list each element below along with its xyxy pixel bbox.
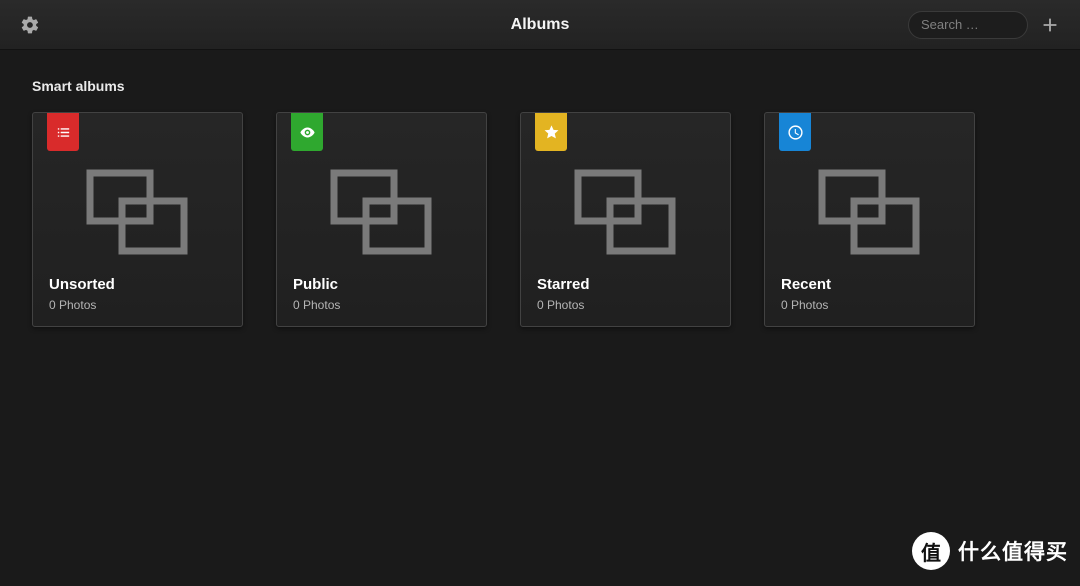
album-title: Recent <box>781 276 958 293</box>
header-bar: Albums <box>0 0 1080 50</box>
album-placeholder-icon <box>814 165 926 259</box>
album-meta: Unsorted 0 Photos <box>49 276 226 312</box>
album-card[interactable]: Unsorted 0 Photos <box>32 112 243 327</box>
gear-icon[interactable] <box>16 11 44 39</box>
album-title: Starred <box>537 276 714 293</box>
content-area: Smart albums Unsorted 0 Photos Public 0 Pho… <box>0 50 1080 355</box>
album-placeholder-icon <box>570 165 682 259</box>
album-card[interactable]: Starred 0 Photos <box>520 112 731 327</box>
clock-icon <box>779 113 811 151</box>
section-title: Smart albums <box>32 78 1048 94</box>
album-meta: Public 0 Photos <box>293 276 470 312</box>
album-title: Unsorted <box>49 276 226 293</box>
album-card[interactable]: Recent 0 Photos <box>764 112 975 327</box>
albums-grid: Unsorted 0 Photos Public 0 Photos Starred 0 P… <box>32 112 1048 327</box>
star-icon <box>535 113 567 151</box>
album-count: 0 Photos <box>293 298 470 312</box>
album-meta: Starred 0 Photos <box>537 276 714 312</box>
album-meta: Recent 0 Photos <box>781 276 958 312</box>
page-title: Albums <box>511 16 570 34</box>
album-count: 0 Photos <box>537 298 714 312</box>
watermark-text: 什么值得买 <box>958 536 1068 566</box>
watermark: 值 什么值得买 <box>912 532 1068 570</box>
album-card[interactable]: Public 0 Photos <box>276 112 487 327</box>
album-placeholder-icon <box>326 165 438 259</box>
album-title: Public <box>293 276 470 293</box>
watermark-badge: 值 <box>912 532 950 570</box>
plus-icon[interactable] <box>1036 11 1064 39</box>
album-count: 0 Photos <box>49 298 226 312</box>
album-placeholder-icon <box>82 165 194 259</box>
list-icon <box>47 113 79 151</box>
search-input[interactable] <box>908 11 1028 39</box>
eye-icon <box>291 113 323 151</box>
album-count: 0 Photos <box>781 298 958 312</box>
